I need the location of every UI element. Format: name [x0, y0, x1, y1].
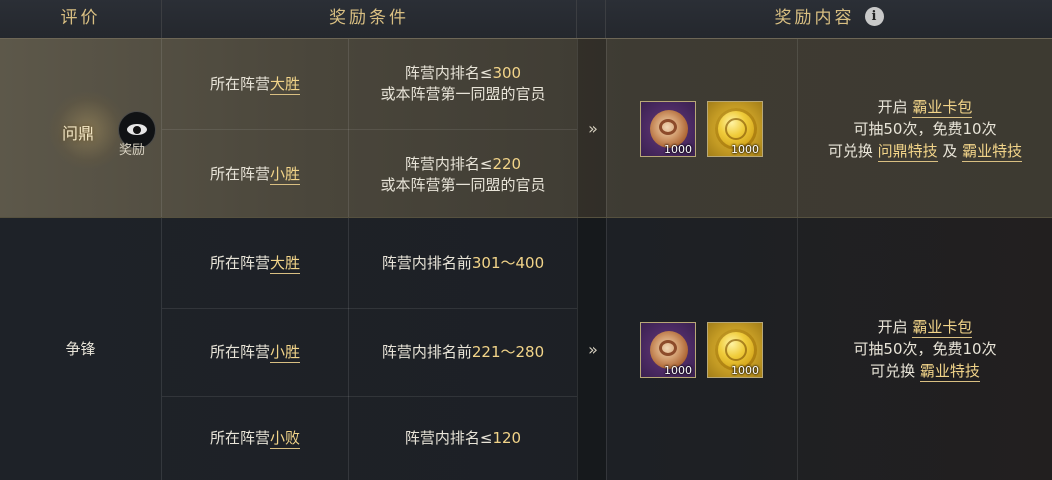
- header-condition: 奖励条件: [162, 0, 577, 38]
- header-rating-label: 评价: [60, 8, 101, 28]
- condition-outcome: 所在阵营大胜: [162, 39, 348, 129]
- rank-prefix: 阵营内排名前: [381, 343, 472, 361]
- gold-coin-icon[interactable]: 1000: [707, 322, 763, 378]
- rank-number: 301～400: [471, 253, 545, 272]
- rank-line2: 或本阵营第一同盟的官员: [380, 175, 546, 194]
- desc-prefix: 开启: [877, 98, 913, 116]
- desc-and: 及: [937, 142, 963, 160]
- header-content: 奖励内容 i: [606, 0, 1052, 38]
- reward-description: 开启 霸业卡包 可抽50次，免费10次 可兑换 霸业特技: [798, 218, 1052, 480]
- jade-disk-icon[interactable]: 1000: [640, 322, 696, 378]
- tier-wending: 问鼎 奖励 所在阵营大胜 阵营内排名≤300 或本阵营第一同盟的官员 所在阵营小胜…: [0, 38, 1052, 218]
- gold-coin-inner: [725, 339, 747, 361]
- outcome-link[interactable]: 小胜: [270, 165, 301, 185]
- header-spacer: [577, 0, 606, 38]
- divider: [606, 218, 607, 480]
- condition-rank: 阵营内排名≤300 或本阵营第一同盟的官员: [349, 39, 577, 129]
- desc-prefix: 开启: [877, 318, 913, 336]
- item-quantity: 1000: [664, 364, 692, 377]
- outcome-link[interactable]: 大胜: [270, 253, 301, 274]
- tier-zhengfeng: 争锋 所在阵营大胜 阵营内排名前301～400 所在阵营小胜 阵营内排名前221…: [0, 218, 1052, 480]
- skill-link-baye[interactable]: 霸业特技: [962, 142, 1023, 162]
- outcome-prefix: 所在阵营: [209, 429, 270, 447]
- info-icon[interactable]: i: [864, 6, 884, 26]
- condition-outcome: 所在阵营小胜: [162, 309, 348, 396]
- outcome-prefix: 所在阵营: [209, 253, 270, 272]
- condition-rank: 阵营内排名前221～280: [349, 309, 577, 396]
- reward-table: 评价 奖励条件 奖励内容 i 问鼎 奖励 所在阵营大胜 阵营内排名≤300 或本阵营…: [0, 0, 1052, 480]
- rating-label: 争锋: [65, 339, 96, 358]
- rank-prefix: 阵营内排名≤: [404, 429, 493, 447]
- outcome-link[interactable]: 大胜: [270, 74, 301, 95]
- card-pack-link[interactable]: 霸业卡包: [912, 98, 973, 118]
- desc-exchange-prefix: 可兑换: [827, 142, 878, 160]
- eye-icon: [127, 124, 147, 135]
- view-reward-label: 奖励: [119, 143, 146, 158]
- condition-outcome: 所在阵营大胜: [162, 218, 348, 308]
- item-quantity: 1000: [731, 143, 759, 156]
- outcome-link[interactable]: 小胜: [270, 343, 301, 363]
- rating-label: 问鼎: [62, 124, 95, 143]
- gold-coin-icon[interactable]: 1000: [707, 101, 763, 157]
- rank-number: 120: [492, 429, 522, 447]
- header-content-label: 奖励内容: [774, 8, 855, 28]
- card-pack-link[interactable]: 霸业卡包: [912, 318, 973, 338]
- desc-draws: 可抽50次，免费10次: [853, 340, 997, 358]
- arrow-icon: »: [588, 340, 598, 359]
- rank-number: 300: [492, 64, 522, 82]
- arrow-icon: »: [588, 119, 598, 138]
- header-condition-label: 奖励条件: [329, 8, 409, 28]
- condition-rank: 阵营内排名≤220 或本阵营第一同盟的官员: [349, 130, 577, 219]
- outcome-link[interactable]: 小败: [270, 429, 301, 449]
- rank-prefix: 阵营内排名前: [381, 253, 472, 272]
- rank-prefix: 阵营内排名≤: [404, 154, 493, 173]
- header-rating: 评价: [0, 0, 162, 38]
- outcome-prefix: 所在阵营: [209, 165, 270, 183]
- divider: [606, 39, 607, 217]
- table-header: 评价 奖励条件 奖励内容 i: [0, 0, 1052, 39]
- reward-description: 开启 霸业卡包 可抽50次，免费10次 可兑换 问鼎特技 及 霸业特技: [798, 39, 1052, 219]
- condition-rank: 阵营内排名≤120: [349, 397, 577, 480]
- desc-exchange-prefix: 可兑换: [870, 362, 920, 380]
- jade-disk-icon[interactable]: 1000: [640, 101, 696, 157]
- skill-link-baye[interactable]: 霸业特技: [919, 362, 980, 382]
- jade-disk-ring: [659, 119, 677, 135]
- desc-draws: 可抽50次，免费10次: [853, 120, 997, 138]
- gold-coin-inner: [725, 118, 747, 140]
- outcome-prefix: 所在阵营: [209, 74, 270, 93]
- rank-number: 220: [492, 154, 522, 173]
- skill-link-wending[interactable]: 问鼎特技: [877, 142, 938, 162]
- rank-line2: 或本阵营第一同盟的官员: [380, 85, 546, 103]
- rank-number: 221～280: [471, 343, 545, 361]
- eye-pupil: [133, 125, 141, 134]
- condition-rank: 阵营内排名前301～400: [349, 218, 577, 308]
- item-quantity: 1000: [664, 143, 692, 156]
- outcome-prefix: 所在阵营: [209, 343, 270, 361]
- condition-outcome: 所在阵营小胜: [162, 130, 348, 219]
- item-quantity: 1000: [731, 364, 759, 377]
- rank-prefix: 阵营内排名≤: [404, 64, 493, 82]
- jade-disk-ring: [659, 340, 677, 356]
- condition-outcome: 所在阵营小败: [162, 397, 348, 480]
